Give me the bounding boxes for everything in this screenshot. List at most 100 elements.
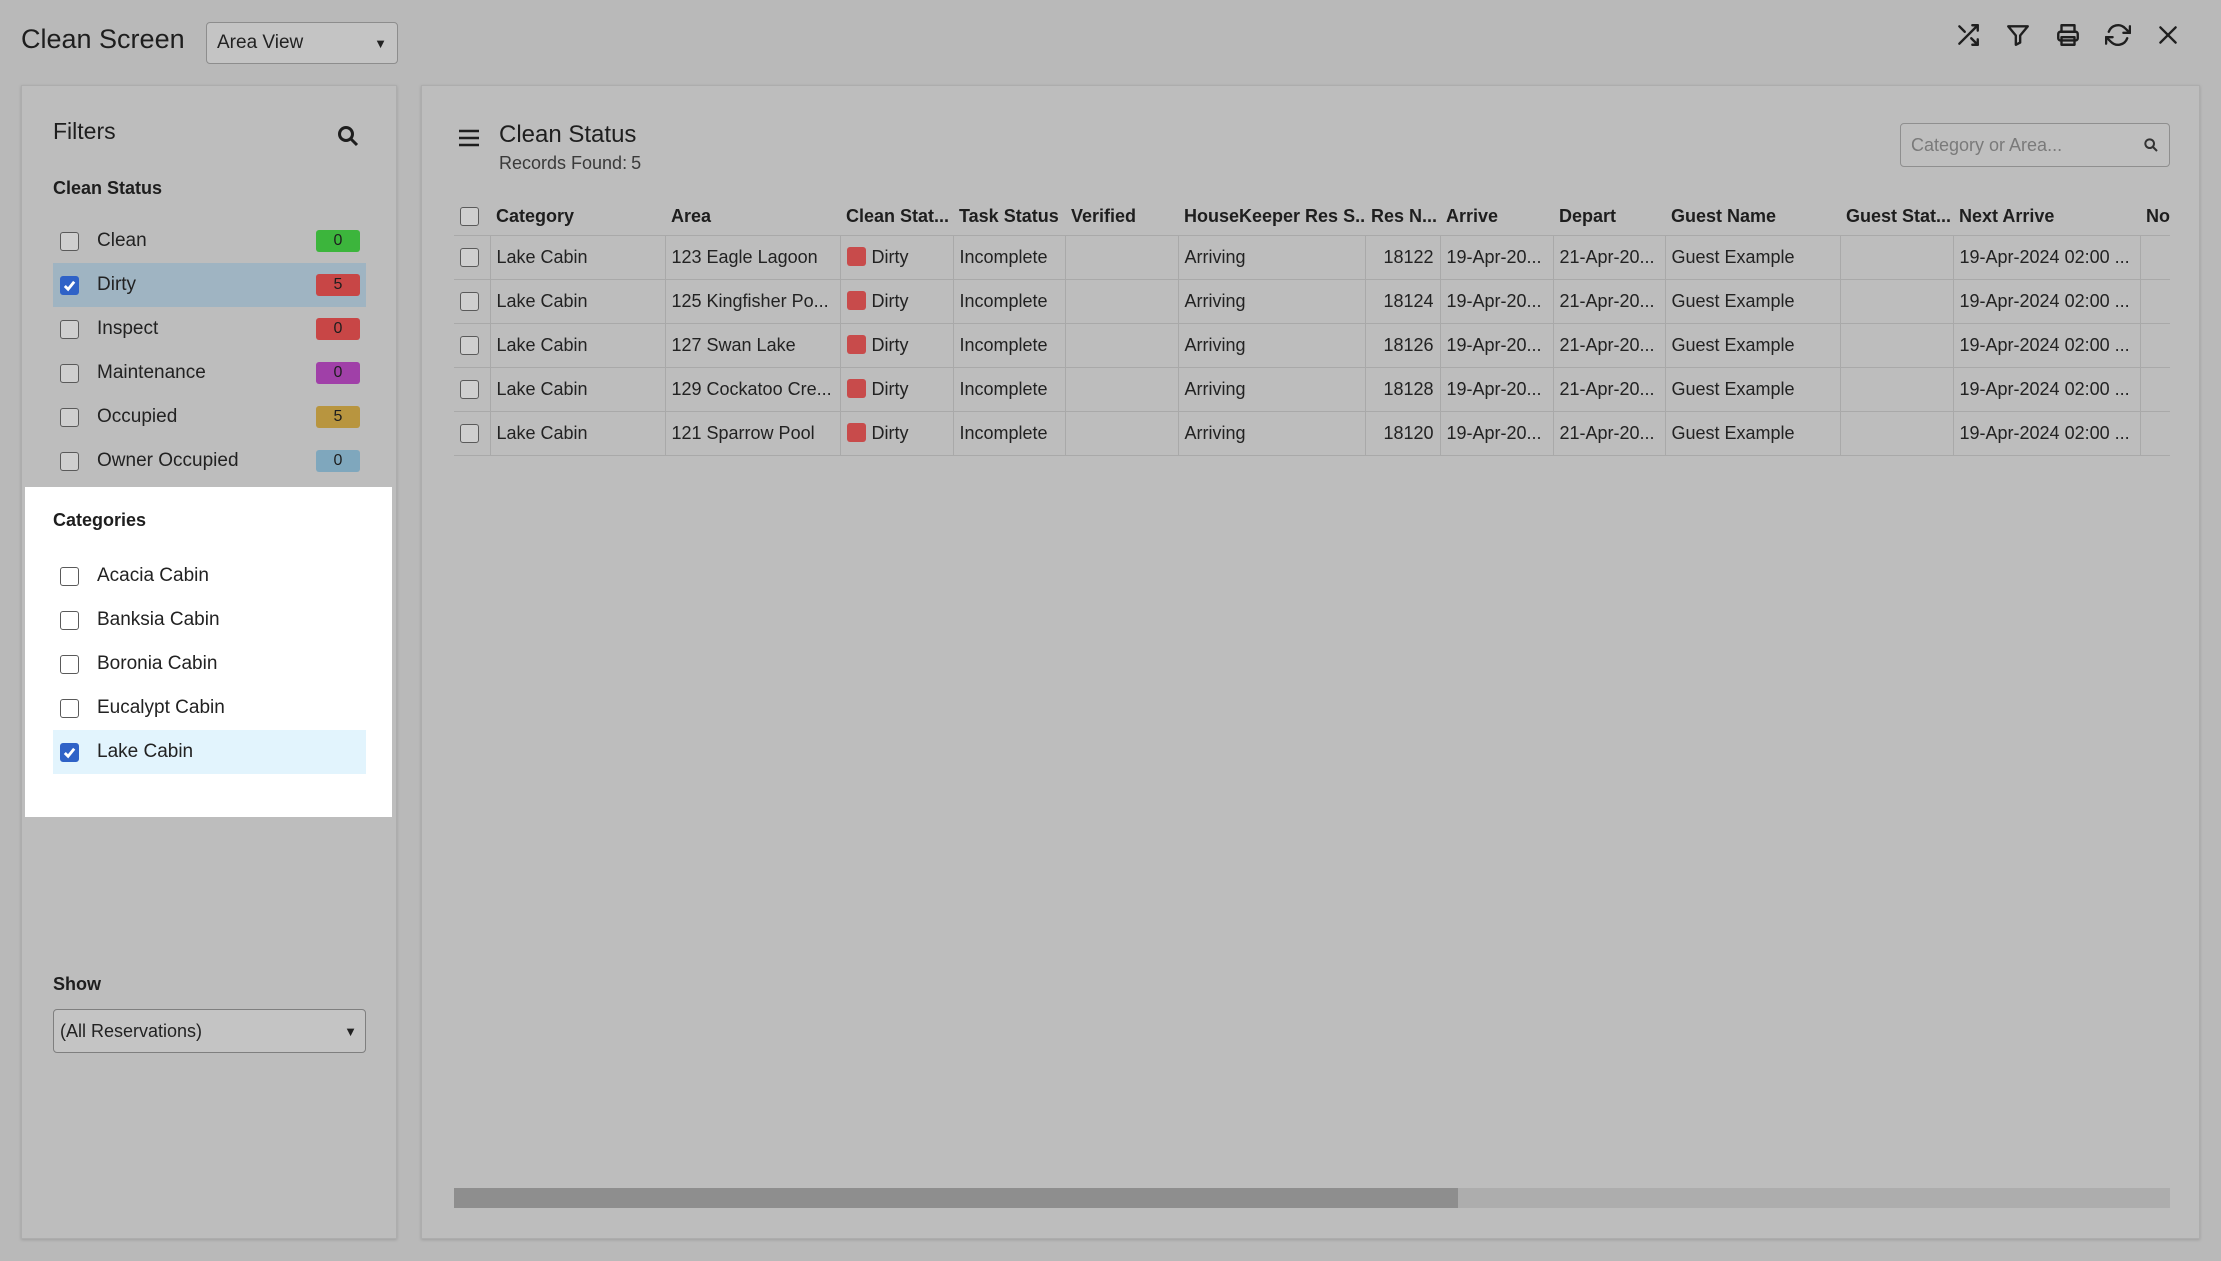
cell-arrive: 19-Apr-20... — [1439, 322, 1553, 367]
shuffle-icon[interactable] — [1955, 22, 1981, 48]
status-filter-owner-occupied[interactable]: Owner Occupied 0 — [53, 439, 366, 483]
refresh-icon[interactable] — [2105, 22, 2131, 48]
status-filter-label: Owner Occupied — [97, 450, 239, 471]
cell-depart: 21-Apr-20... — [1552, 234, 1665, 279]
clean-status-text: Dirty — [871, 378, 909, 399]
column-header-area[interactable]: Area — [665, 199, 840, 235]
column-header-category[interactable]: Category — [490, 199, 665, 235]
status-filter-label: Dirty — [97, 274, 137, 295]
show-label: Show — [53, 974, 101, 994]
table-row[interactable]: Lake Cabin 121 Sparrow Pool Dirty Incomplet… — [454, 410, 2170, 456]
cell-area: 123 Eagle Lagoon — [664, 234, 840, 279]
count-badge: 5 — [316, 406, 360, 428]
table-row[interactable]: Lake Cabin 129 Cockatoo Cre... Dirty Incomp… — [454, 366, 2170, 411]
search-input[interactable] — [1911, 134, 2143, 156]
status-color-swatch — [846, 246, 866, 266]
table-row[interactable]: Lake Cabin 123 Eagle Lagoon Dirty Incomplet… — [454, 234, 2170, 279]
column-header-no[interactable]: No — [2140, 199, 2170, 235]
horizontal-scrollbar[interactable] — [454, 1188, 2170, 1208]
chevron-down-icon: ▼ — [344, 1023, 357, 1039]
cell-housekeeper-res-status: Arriving — [1177, 234, 1365, 279]
category-filter-acacia-cabin[interactable]: Acacia Cabin — [53, 554, 366, 598]
count-badge: 5 — [316, 274, 360, 296]
checkbox[interactable] — [60, 407, 79, 427]
search-icon[interactable] — [336, 124, 360, 148]
category-filter-label: Lake Cabin — [97, 741, 194, 762]
cell-verified — [1064, 278, 1178, 323]
checkbox[interactable] — [60, 654, 79, 674]
checkbox[interactable] — [460, 291, 479, 311]
filters-panel: Filters Clean Status Clean 0 Dirty 5 Inspect… — [21, 85, 397, 1239]
checkbox[interactable] — [60, 275, 79, 295]
column-header-verified[interactable]: Verified — [1065, 199, 1178, 235]
checkbox[interactable] — [60, 698, 79, 718]
cell-category: Lake Cabin — [489, 410, 665, 456]
category-filter-lake-cabin[interactable]: Lake Cabin — [53, 730, 366, 774]
column-header-arrive[interactable]: Arrive — [1440, 199, 1553, 235]
categories-section: Categories Acacia Cabin Banksia Cabin Boro… — [25, 487, 392, 817]
select-all-cell — [454, 199, 490, 235]
show-select-value: (All Reservations) — [60, 1020, 203, 1041]
category-filter-banksia-cabin[interactable]: Banksia Cabin — [53, 598, 366, 642]
clean-status-label: Clean Status — [53, 178, 163, 198]
filter-icon[interactable] — [2005, 22, 2031, 48]
status-filter-maintenance[interactable]: Maintenance 0 — [53, 351, 366, 395]
categories-label: Categories — [53, 510, 147, 530]
checkbox[interactable] — [60, 319, 79, 339]
cell-no — [2139, 366, 2170, 411]
category-filter-eucalypt-cabin[interactable]: Eucalypt Cabin — [53, 686, 366, 730]
status-filter-occupied[interactable]: Occupied 5 — [53, 395, 366, 439]
column-header-clean-stat[interactable]: Clean Stat... — [840, 199, 953, 235]
checkbox[interactable] — [460, 335, 479, 355]
column-header-res-n[interactable]: Res N... — [1365, 199, 1440, 235]
cell-guest-name: Guest Example — [1664, 234, 1840, 279]
column-header-next-arrive[interactable]: Next Arrive — [1953, 199, 2140, 235]
column-header-guest-stat[interactable]: Guest Stat... — [1840, 199, 1953, 235]
checkbox[interactable] — [460, 379, 479, 399]
status-filter-label: Maintenance — [97, 362, 206, 383]
status-filter-clean[interactable]: Clean 0 — [53, 219, 366, 263]
column-header-depart[interactable]: Depart — [1553, 199, 1665, 235]
status-filter-inspect[interactable]: Inspect 0 — [53, 307, 366, 351]
checkbox[interactable] — [60, 610, 79, 630]
checkbox[interactable] — [60, 231, 79, 251]
show-select[interactable]: (All Reservations) ▼ — [53, 1009, 366, 1053]
cell-no — [2139, 410, 2170, 456]
column-header-task-status[interactable]: Task Status — [953, 199, 1065, 235]
checkbox[interactable] — [460, 247, 479, 267]
table-header-row: Category Area Clean Stat... Task Status Veri… — [454, 199, 2170, 235]
category-filter-boronia-cabin[interactable]: Boronia Cabin — [53, 642, 366, 686]
cell-guest-name: Guest Example — [1664, 410, 1840, 456]
checkbox[interactable] — [60, 566, 79, 586]
search-icon[interactable] — [2143, 135, 2159, 155]
view-select[interactable]: Area View ▼ — [206, 22, 398, 64]
checkbox[interactable] — [60, 363, 79, 383]
column-header-guest-name[interactable]: Guest Name — [1665, 199, 1840, 235]
cell-guest-status — [1839, 278, 1953, 323]
checkbox[interactable] — [60, 742, 79, 762]
checkbox[interactable] — [460, 423, 479, 443]
cell-res-no: 18124 — [1364, 278, 1440, 323]
cell-res-no: 18128 — [1364, 366, 1440, 411]
cell-area: 121 Sparrow Pool — [664, 410, 840, 456]
checkbox[interactable] — [60, 451, 79, 471]
close-icon[interactable] — [2155, 22, 2181, 48]
print-icon[interactable] — [2055, 22, 2081, 48]
count-badge: 0 — [316, 230, 360, 252]
category-filter-label: Banksia Cabin — [97, 609, 220, 630]
count-badge: 0 — [316, 318, 360, 340]
cell-task-status: Incomplete — [952, 322, 1065, 367]
scrollbar-thumb[interactable] — [454, 1188, 1458, 1208]
toolbar — [1955, 22, 2181, 48]
cell-depart: 21-Apr-20... — [1552, 410, 1665, 456]
menu-icon[interactable] — [458, 128, 480, 148]
checkbox[interactable] — [460, 207, 479, 227]
clean-status-text: Dirty — [871, 290, 909, 311]
column-header-housekeeper-res-s[interactable]: HouseKeeper Res S... — [1178, 199, 1365, 235]
status-filter-dirty[interactable]: Dirty 5 — [53, 263, 366, 307]
table-row[interactable]: Lake Cabin 127 Swan Lake Dirty Incomplete Ar… — [454, 322, 2170, 367]
cell-category: Lake Cabin — [489, 234, 665, 279]
cell-clean-status: Dirty — [839, 366, 953, 411]
cell-verified — [1064, 234, 1178, 279]
table-row[interactable]: Lake Cabin 125 Kingfisher Po... Dirty Incom… — [454, 278, 2170, 323]
